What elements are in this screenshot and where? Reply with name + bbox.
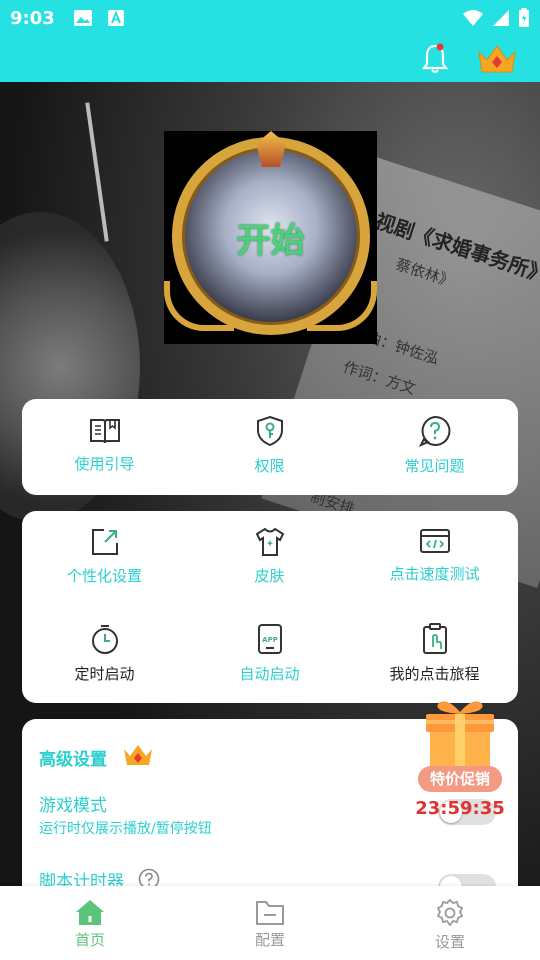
nav-config[interactable]: 配置 <box>180 886 360 960</box>
a-box-icon <box>107 10 124 26</box>
features-card: 个性化设置 皮肤 点击速度测试 定时启动 APP 自动启动 我的点击旅程 <box>22 511 518 703</box>
shield-key-icon <box>256 415 283 447</box>
app-phone-icon: APP <box>257 624 282 654</box>
timer-icon <box>91 625 118 654</box>
bell-icon[interactable] <box>420 42 450 76</box>
wifi-icon <box>463 10 483 26</box>
speed-test-label: 点击速度测试 <box>389 565 480 583</box>
folder-icon <box>256 901 284 925</box>
nav-settings[interactable]: 设置 <box>360 886 540 960</box>
signal-icon <box>493 10 509 26</box>
tshirt-icon <box>255 527 284 556</box>
start-avatar-button[interactable]: 开始 <box>164 131 377 344</box>
top-bar <box>0 36 540 82</box>
notification-dot <box>436 43 444 51</box>
personalization-button[interactable]: 个性化设置 <box>22 527 187 586</box>
crown-icon[interactable] <box>476 42 518 76</box>
promo-widget[interactable]: 特价促销 23:59:35 <box>412 690 508 830</box>
code-window-icon <box>419 529 450 553</box>
auto-start-button[interactable]: APP 自动启动 <box>187 623 352 684</box>
nav-config-label: 配置 <box>254 931 285 949</box>
scheduled-start-label: 定时启动 <box>74 665 135 683</box>
scheduled-start-button[interactable]: 定时启动 <box>22 623 187 684</box>
avatar-wing-left <box>164 281 234 331</box>
advanced-settings-title: 高级设置 <box>39 750 107 770</box>
promo-countdown: 23:59:35 <box>415 798 505 819</box>
guide-label: 使用引导 <box>74 455 135 473</box>
home-icon <box>76 900 104 925</box>
click-journey-button[interactable]: 我的点击旅程 <box>352 623 517 684</box>
gear-icon <box>436 898 464 927</box>
speed-test-button[interactable]: 点击速度测试 <box>352 527 517 584</box>
gift-box-icon <box>426 701 494 772</box>
avatar-wing-right <box>307 281 377 331</box>
status-time: 9:03 <box>10 7 55 29</box>
image-icon <box>73 10 92 26</box>
nav-home[interactable]: 首页 <box>0 886 180 960</box>
crown-icon <box>124 745 152 765</box>
nav-settings-label: 设置 <box>434 933 465 951</box>
promo-badge: 特价促销 <box>418 766 502 792</box>
auto-start-label: 自动启动 <box>239 665 300 683</box>
expand-square-icon <box>91 529 118 555</box>
game-mode-title: 游戏模式 <box>39 796 107 816</box>
wallpaper-needle <box>85 102 109 242</box>
clipboard-tap-icon <box>422 623 447 654</box>
question-icon <box>418 415 450 447</box>
guide-button[interactable]: 使用引导 <box>22 417 187 474</box>
battery-charging-icon <box>519 8 529 27</box>
svg-text:APP: APP <box>262 636 278 644</box>
skin-button[interactable]: 皮肤 <box>187 527 352 586</box>
game-mode-subtitle: 运行时仅展示播放/暂停按钮 <box>39 821 212 837</box>
start-label: 开始 <box>236 221 305 261</box>
permission-button[interactable]: 权限 <box>187 415 352 476</box>
skin-label: 皮肤 <box>254 567 285 585</box>
personalization-label: 个性化设置 <box>66 567 142 585</box>
book-icon <box>89 419 120 444</box>
bottom-nav: 首页 配置 设置 <box>0 886 540 960</box>
faq-label: 常见问题 <box>404 457 465 475</box>
quick-links-card: 使用引导 权限 常见问题 <box>22 399 518 495</box>
status-bar: 9:03 <box>0 0 540 36</box>
click-journey-label: 我的点击旅程 <box>389 665 480 683</box>
permission-label: 权限 <box>254 457 285 475</box>
faq-button[interactable]: 常见问题 <box>352 415 517 476</box>
nav-home-label: 首页 <box>74 931 105 949</box>
